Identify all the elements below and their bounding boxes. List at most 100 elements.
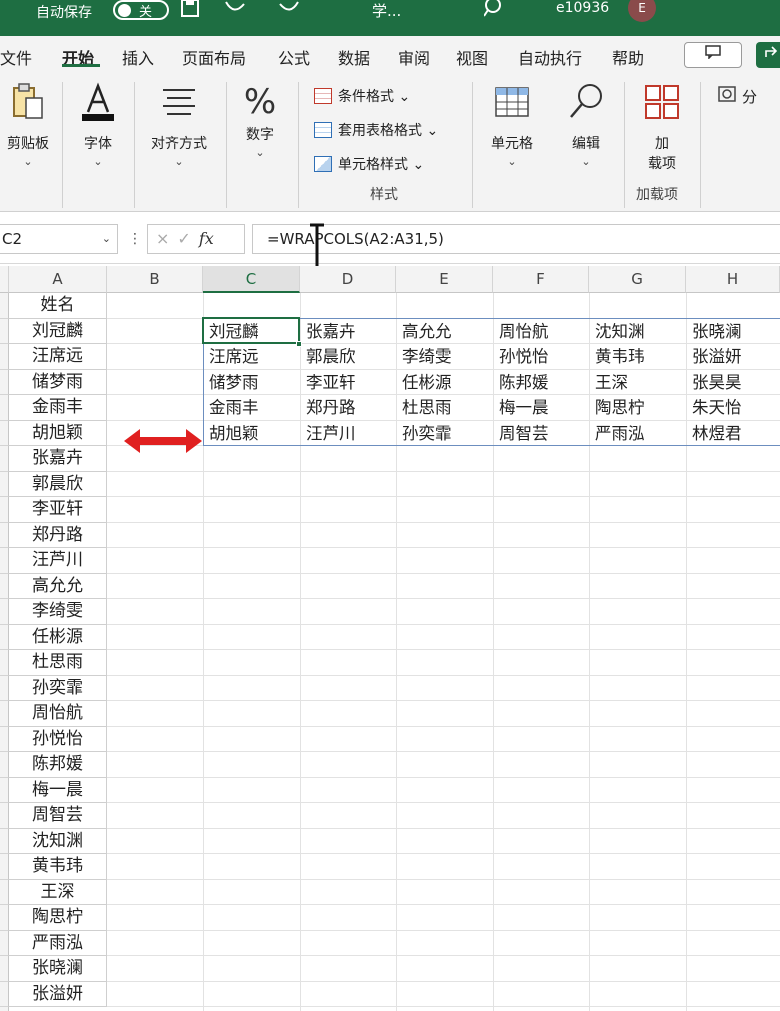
formula-input[interactable]: =WRAPCOLS(A2:A31,5) [252, 224, 780, 254]
column-a-cell[interactable]: 高允允 [9, 573, 107, 599]
column-header-f[interactable]: F [493, 266, 589, 293]
row-header[interactable] [0, 573, 9, 599]
autosave-toggle[interactable]: 关 [113, 0, 169, 20]
column-a-cell[interactable]: 刘冠麟 [9, 318, 107, 344]
row-header[interactable] [0, 497, 9, 523]
active-cell-c2[interactable] [202, 317, 300, 344]
fill-handle[interactable] [296, 341, 302, 347]
column-header-b[interactable]: B [107, 266, 203, 293]
column-a-cell[interactable]: 张嘉卉 [9, 446, 107, 472]
row-header[interactable] [0, 879, 9, 905]
insert-function-button[interactable]: fx [199, 229, 214, 248]
tab-view[interactable]: 视图 [456, 45, 488, 69]
row-header[interactable] [0, 293, 9, 319]
row-header[interactable] [0, 777, 9, 803]
cell-styles-button[interactable]: 单元格样式 ⌄ [314, 154, 424, 174]
column-a-cell[interactable]: 杜思雨 [9, 650, 107, 676]
column-a-cell[interactable]: 汪席远 [9, 344, 107, 370]
row-header[interactable] [0, 956, 9, 982]
column-a-cell[interactable]: 张晓澜 [9, 956, 107, 982]
column-header-a[interactable]: A [9, 266, 107, 293]
row-header[interactable] [0, 395, 9, 421]
row-header[interactable] [0, 420, 9, 446]
search-icon[interactable] [483, 0, 504, 23]
column-header-d[interactable]: D [300, 266, 396, 293]
column-a-cell[interactable]: 梅一晨 [9, 777, 107, 803]
cancel-icon[interactable]: × [156, 229, 169, 248]
column-a-cell[interactable]: 黄韦玮 [9, 854, 107, 880]
analyze-group[interactable]: 分 [714, 76, 780, 212]
conditional-format-button[interactable]: 条件格式 ⌄ [314, 86, 410, 106]
editing-group[interactable]: 编辑 ⌄ [560, 76, 612, 212]
tab-page-layout[interactable]: 页面布局 [182, 45, 246, 69]
row-header[interactable] [0, 599, 9, 625]
clipboard-group[interactable]: 剪贴板 ⌄ [0, 76, 56, 212]
column-header-h[interactable]: H [686, 266, 780, 293]
column-header-e[interactable]: E [396, 266, 493, 293]
format-as-table-button[interactable]: 套用表格格式 ⌄ [314, 120, 438, 140]
number-group[interactable]: % 数字 ⌄ [232, 76, 288, 212]
column-a-cell[interactable]: 陶思柠 [9, 905, 107, 931]
column-a-cell[interactable]: 汪芦川 [9, 548, 107, 574]
row-header[interactable] [0, 522, 9, 548]
column-a-header-cell[interactable]: 姓名 [9, 293, 107, 319]
undo-icon[interactable] [222, 0, 248, 23]
row-header[interactable] [0, 548, 9, 574]
cells-group[interactable]: 单元格 ⌄ [486, 76, 538, 212]
column-a-cell[interactable]: 陈邦媛 [9, 752, 107, 778]
row-header[interactable] [0, 701, 9, 727]
row-header[interactable] [0, 318, 9, 344]
alignment-group[interactable]: 对齐方式 ⌄ [138, 76, 220, 212]
row-header[interactable] [0, 1007, 9, 1011]
redo-icon[interactable] [276, 0, 302, 23]
more-options-icon[interactable]: ⋮ [128, 231, 142, 247]
column-a-cell[interactable]: 李亚轩 [9, 497, 107, 523]
row-header[interactable] [0, 369, 9, 395]
name-box[interactable]: C2 ⌄ [0, 224, 118, 254]
tab-data[interactable]: 数据 [338, 45, 370, 69]
column-a-cell[interactable]: 孙奕霏 [9, 675, 107, 701]
tab-formulas[interactable]: 公式 [278, 45, 310, 69]
row-header[interactable] [0, 981, 9, 1007]
tab-file[interactable]: 文件 [0, 45, 32, 69]
column-a-cell[interactable]: 郭晨欣 [9, 471, 107, 497]
tab-automate[interactable]: 自动执行 [518, 45, 582, 69]
font-group[interactable]: 字体 ⌄ [66, 76, 130, 212]
row-header[interactable] [0, 726, 9, 752]
column-a-cell[interactable]: 张溢妍 [9, 981, 107, 1007]
row-header[interactable] [0, 752, 9, 778]
row-header[interactable] [0, 344, 9, 370]
row-header[interactable] [0, 930, 9, 956]
comment-button[interactable] [684, 42, 742, 68]
column-a-cell[interactable]: 孙悦怡 [9, 726, 107, 752]
column-a-cell[interactable]: 郑丹路 [9, 522, 107, 548]
row-header[interactable] [0, 650, 9, 676]
row-header[interactable] [0, 471, 9, 497]
tab-insert[interactable]: 插入 [122, 45, 154, 69]
column-a-cell[interactable]: 李绮雯 [9, 599, 107, 625]
column-a-cell[interactable]: 储梦雨 [9, 369, 107, 395]
column-a-cell[interactable]: 周怡航 [9, 701, 107, 727]
tab-review[interactable]: 审阅 [398, 45, 430, 69]
chevron-down-icon[interactable]: ⌄ [102, 225, 111, 253]
column-a-cell[interactable]: 王深 [9, 879, 107, 905]
save-icon[interactable] [180, 0, 200, 23]
column-a-cell[interactable]: 任彬源 [9, 624, 107, 650]
row-header[interactable] [0, 828, 9, 854]
row-header[interactable] [0, 624, 9, 650]
select-all-corner[interactable] [0, 266, 9, 293]
tab-help[interactable]: 帮助 [612, 45, 644, 69]
column-a-cell[interactable]: 周智芸 [9, 803, 107, 829]
column-header-g[interactable]: G [589, 266, 686, 293]
file-name[interactable]: 学... [372, 0, 401, 21]
column-a-cell[interactable]: 胡旭颖 [9, 420, 107, 446]
row-header[interactable] [0, 446, 9, 472]
row-header[interactable] [0, 803, 9, 829]
avatar[interactable]: E [628, 0, 656, 22]
enter-icon[interactable]: ✓ [177, 229, 190, 248]
column-header-c[interactable]: C [203, 266, 300, 293]
row-header[interactable] [0, 854, 9, 880]
column-a-cell[interactable]: 沈知渊 [9, 828, 107, 854]
row-header[interactable] [0, 905, 9, 931]
row-header[interactable] [0, 675, 9, 701]
